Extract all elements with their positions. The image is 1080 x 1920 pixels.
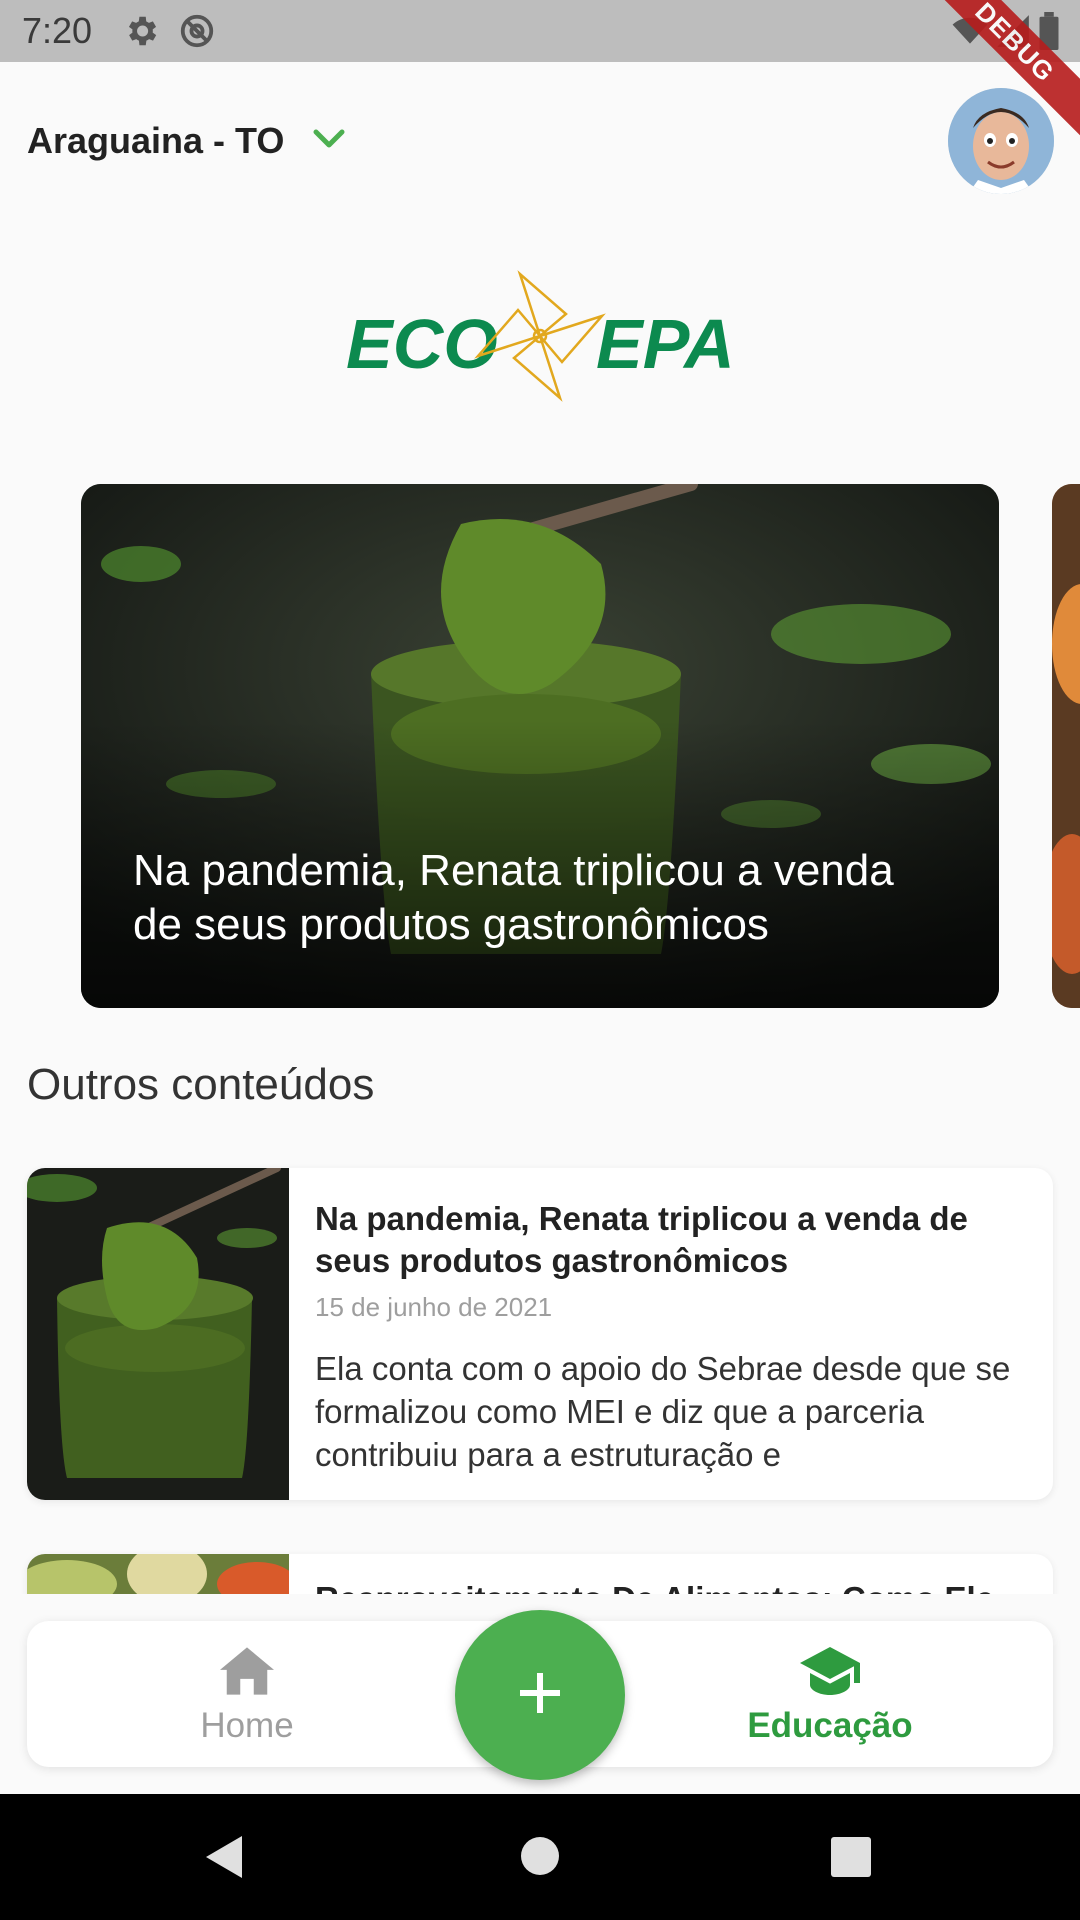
back-icon[interactable]: [204, 1834, 244, 1885]
section-title: Outros conteúdos: [27, 1060, 375, 1109]
nav-home[interactable]: Home: [127, 1647, 367, 1746]
card-thumbnail: [27, 1554, 289, 1594]
card-body: Reaproveitamento De Alimentos: Como Ele: [315, 1578, 1035, 1594]
card-title: Reaproveitamento De Alimentos: Como Ele: [315, 1578, 1035, 1594]
location-selector[interactable]: Araguaina - TO: [27, 120, 346, 162]
card-date: 15 de junho de 2021: [315, 1292, 553, 1322]
home-circle-icon[interactable]: [520, 1836, 560, 1881]
content-list-clip: Reaproveitamento De Alimentos: Como Ele: [0, 1550, 1080, 1594]
carousel-next-card[interactable]: [1052, 484, 1080, 1008]
card-description: Ela conta com o apoio do Sebrae desde qu…: [315, 1350, 1011, 1473]
logo-left-text: ECO: [346, 305, 498, 383]
carousel-title: Na pandemia, Renata triplicou a venda de…: [133, 846, 894, 949]
location-label: Araguaina - TO: [27, 120, 285, 161]
logo-right-text: EPA: [596, 305, 734, 383]
add-button[interactable]: [455, 1610, 625, 1780]
nav-educacao-label: Educação: [747, 1706, 913, 1745]
graduation-cap-icon: [800, 1647, 860, 1699]
card-body: Na pandemia, Renata triplicou a venda de…: [315, 1198, 1035, 1476]
content-card[interactable]: Reaproveitamento De Alimentos: Como Ele: [27, 1554, 1053, 1594]
nav-home-label: Home: [200, 1706, 294, 1745]
settings-icon: [122, 12, 160, 55]
avatar[interactable]: [948, 88, 1054, 194]
card-title: Na pandemia, Renata triplicou a venda de…: [315, 1200, 968, 1279]
status-time: 7:20: [22, 10, 93, 51]
chevron-down-icon: [312, 128, 346, 155]
status-bar: 7:20: [0, 0, 1080, 62]
home-icon: [220, 1647, 274, 1699]
at-sign-icon: [178, 12, 216, 55]
system-navigation-bar: [0, 1794, 1080, 1920]
card-thumbnail: [27, 1168, 289, 1500]
carousel-card[interactable]: Na pandemia, Renata triplicou a venda de…: [81, 484, 999, 1008]
plus-icon: [518, 1671, 562, 1720]
content-card[interactable]: Na pandemia, Renata triplicou a venda de…: [27, 1168, 1053, 1500]
eco-epa-logo: ECO EPA: [346, 268, 735, 404]
nav-educacao[interactable]: Educação: [710, 1647, 950, 1746]
recents-icon[interactable]: [831, 1837, 871, 1882]
